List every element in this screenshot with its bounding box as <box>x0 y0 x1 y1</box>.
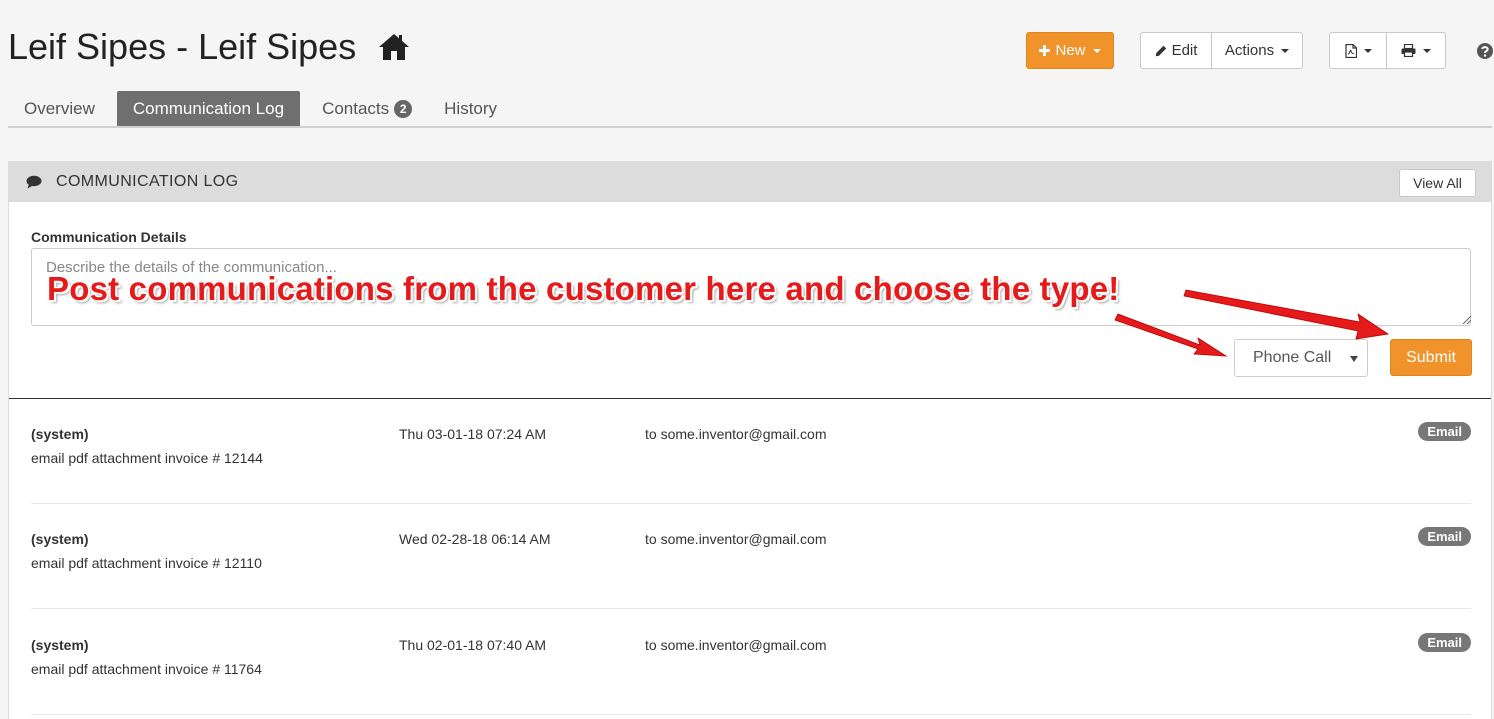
chevron-down-icon <box>1092 48 1101 53</box>
tab-overview[interactable]: Overview <box>8 91 111 126</box>
submit-button[interactable]: Submit <box>1390 339 1472 376</box>
communication-type-value: Phone Call <box>1253 349 1332 366</box>
actions-button[interactable]: Actions <box>1212 32 1303 69</box>
communication-details-label: Communication Details <box>31 229 187 245</box>
view-all-button[interactable]: View All <box>1399 169 1476 197</box>
tab-label: Overview <box>24 98 95 118</box>
page: Leif Sipes - Leif Sipes New Edit Actions <box>0 0 1494 719</box>
log-type-badge: Email <box>1418 527 1471 546</box>
chevron-down-icon <box>1363 48 1372 53</box>
pdf-icon <box>1344 43 1357 58</box>
divider <box>31 608 1471 609</box>
log-detail: email pdf attachment invoice # 12110 <box>31 555 262 571</box>
print-button[interactable] <box>1387 32 1446 69</box>
log-recipient: to some.inventor@gmail.com <box>645 531 827 547</box>
tab-contacts[interactable]: Contacts 2 <box>306 91 428 126</box>
log-author: (system) <box>31 531 89 547</box>
log-detail: email pdf attachment invoice # 11764 <box>31 661 262 677</box>
contacts-count-badge: 2 <box>394 99 413 118</box>
tab-history[interactable]: History <box>428 91 513 126</box>
page-title: Leif Sipes - Leif Sipes <box>8 26 410 68</box>
pdf-button[interactable] <box>1329 32 1387 69</box>
resize-grip-icon[interactable] <box>1461 314 1471 324</box>
log-recipient: to some.inventor@gmail.com <box>645 426 827 442</box>
export-group <box>1329 32 1446 69</box>
new-button-label: New <box>1055 42 1086 59</box>
chevron-down-icon <box>1423 48 1431 53</box>
log-recipient: to some.inventor@gmail.com <box>645 637 827 653</box>
log-date: Thu 02-01-18 07:40 AM <box>399 637 547 653</box>
plus-icon <box>1039 45 1051 56</box>
tab-bar: Overview Communication Log Contacts 2 Hi… <box>8 91 1492 128</box>
actions-button-label: Actions <box>1224 42 1275 59</box>
communication-type-select[interactable]: Phone Call <box>1234 339 1368 377</box>
tab-communication-log[interactable]: Communication Log <box>116 91 301 126</box>
log-type-badge: Email <box>1418 422 1471 441</box>
list-item: (system) email pdf attachment invoice # … <box>31 504 1471 609</box>
home-icon <box>379 34 410 60</box>
log-type-badge: Email <box>1418 633 1471 652</box>
chevron-down-icon <box>1350 356 1358 362</box>
log-author: (system) <box>31 426 89 442</box>
tab-label: History <box>444 98 498 118</box>
log-author: (system) <box>31 637 89 653</box>
chevron-down-icon <box>1281 48 1290 53</box>
help-icon[interactable] <box>1476 42 1494 60</box>
tab-label: Communication Log <box>132 98 285 118</box>
printer-icon <box>1401 44 1416 57</box>
log-date: Thu 03-01-18 07:24 AM <box>399 426 547 442</box>
divider <box>31 714 1471 715</box>
edit-button-label: Edit <box>1171 42 1198 59</box>
list-item: (system) email pdf attachment invoice # … <box>31 399 1471 504</box>
panel-title: COMMUNICATION LOG <box>56 173 239 190</box>
edit-actions-group: Edit Actions <box>1140 32 1303 69</box>
chat-icon <box>26 175 42 189</box>
communication-log-panel: COMMUNICATION LOG View All Communication… <box>8 161 1492 719</box>
pencil-icon <box>1155 45 1166 56</box>
log-date: Wed 02-28-18 06:14 AM <box>399 531 551 547</box>
list-item: (system) email pdf attachment invoice # … <box>31 610 1471 715</box>
page-title-text: Leif Sipes - Leif Sipes <box>8 26 357 67</box>
edit-button[interactable]: Edit <box>1140 32 1212 69</box>
annotation-text: Post communications from the customer he… <box>47 270 1120 307</box>
tab-label: Contacts <box>322 98 390 118</box>
panel-header: COMMUNICATION LOG View All <box>9 162 1491 202</box>
log-detail: email pdf attachment invoice # 12144 <box>31 450 263 466</box>
new-button[interactable]: New <box>1026 32 1114 69</box>
